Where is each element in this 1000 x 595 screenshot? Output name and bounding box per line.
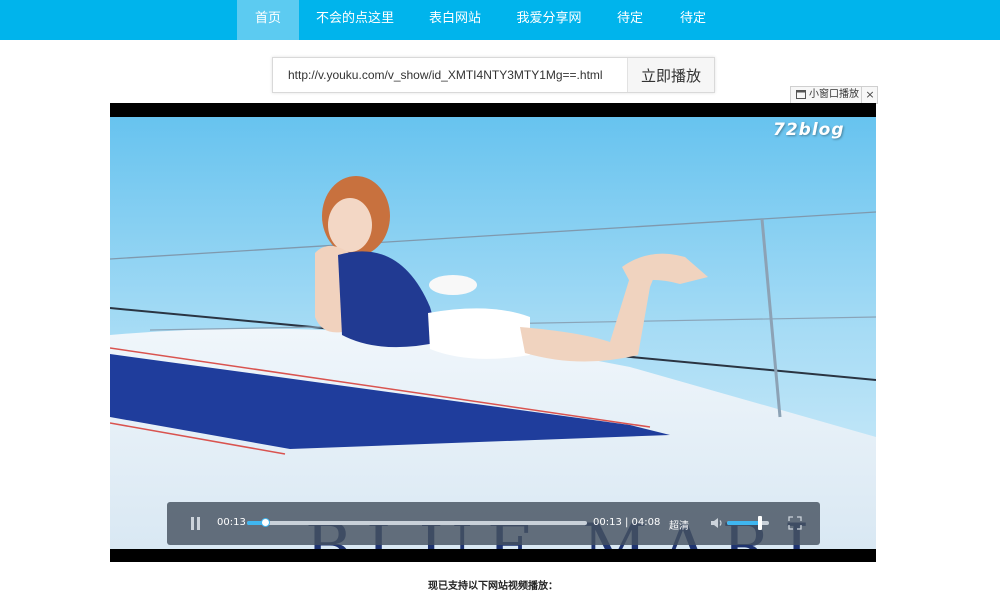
volume-slider[interactable] (727, 516, 769, 530)
time-display: 00:13 | 04:08 (593, 517, 661, 528)
fullscreen-button[interactable] (788, 516, 802, 530)
player-controls: 00:13 00:13 | 04:08 超清 (167, 502, 820, 545)
sailor-hat (429, 275, 477, 295)
nav-item-share-site[interactable]: 我爱分享网 (505, 0, 593, 40)
mini-window-icon (796, 90, 806, 99)
nav-item-pending-2[interactable]: 待定 (666, 0, 720, 40)
mini-window-button[interactable]: 小窗口播放 (791, 87, 861, 103)
volume-icon (711, 518, 722, 528)
video-player[interactable]: BLUE MARI 72blog 00:13 00:13 | 04:08 超清 (110, 103, 876, 562)
video-scene: BLUE MARI (110, 117, 876, 549)
fullscreen-icon (788, 516, 802, 530)
nav-item-confession-site[interactable]: 表白网站 (414, 0, 496, 40)
mini-window-label: 小窗口播放 (809, 89, 859, 100)
quality-selector[interactable]: 超清 (669, 517, 689, 532)
current-time: 00:13 (217, 517, 246, 528)
top-navbar: 首页 不会的点这里 表白网站 我爱分享网 待定 待定 (0, 0, 1000, 40)
girl-face (328, 198, 372, 252)
progress-bar[interactable] (247, 518, 587, 527)
volume-handle[interactable] (757, 516, 762, 530)
video-frame[interactable]: BLUE MARI 72blog (110, 117, 876, 549)
mini-close-button[interactable]: × (861, 87, 878, 103)
play-now-button[interactable]: 立即播放 (627, 58, 714, 92)
watermark-logo: 72blog (773, 120, 845, 140)
progress-handle[interactable] (260, 518, 270, 527)
volume-button[interactable] (710, 516, 724, 530)
video-url-input[interactable] (273, 58, 640, 92)
girl-skirt (428, 308, 530, 359)
url-form: 立即播放 (272, 57, 715, 93)
mini-player-bar: 小窗口播放 × (790, 86, 878, 104)
supported-sites-heading: 现已支持以下网站视频播放： (428, 581, 558, 592)
pause-icon (191, 517, 200, 530)
nav-item-pending-1[interactable]: 待定 (603, 0, 657, 40)
volume-fill (727, 521, 760, 525)
nav-item-home[interactable]: 首页 (237, 0, 299, 40)
nav-item-help[interactable]: 不会的点这里 (301, 0, 409, 40)
pause-button[interactable] (189, 516, 203, 531)
